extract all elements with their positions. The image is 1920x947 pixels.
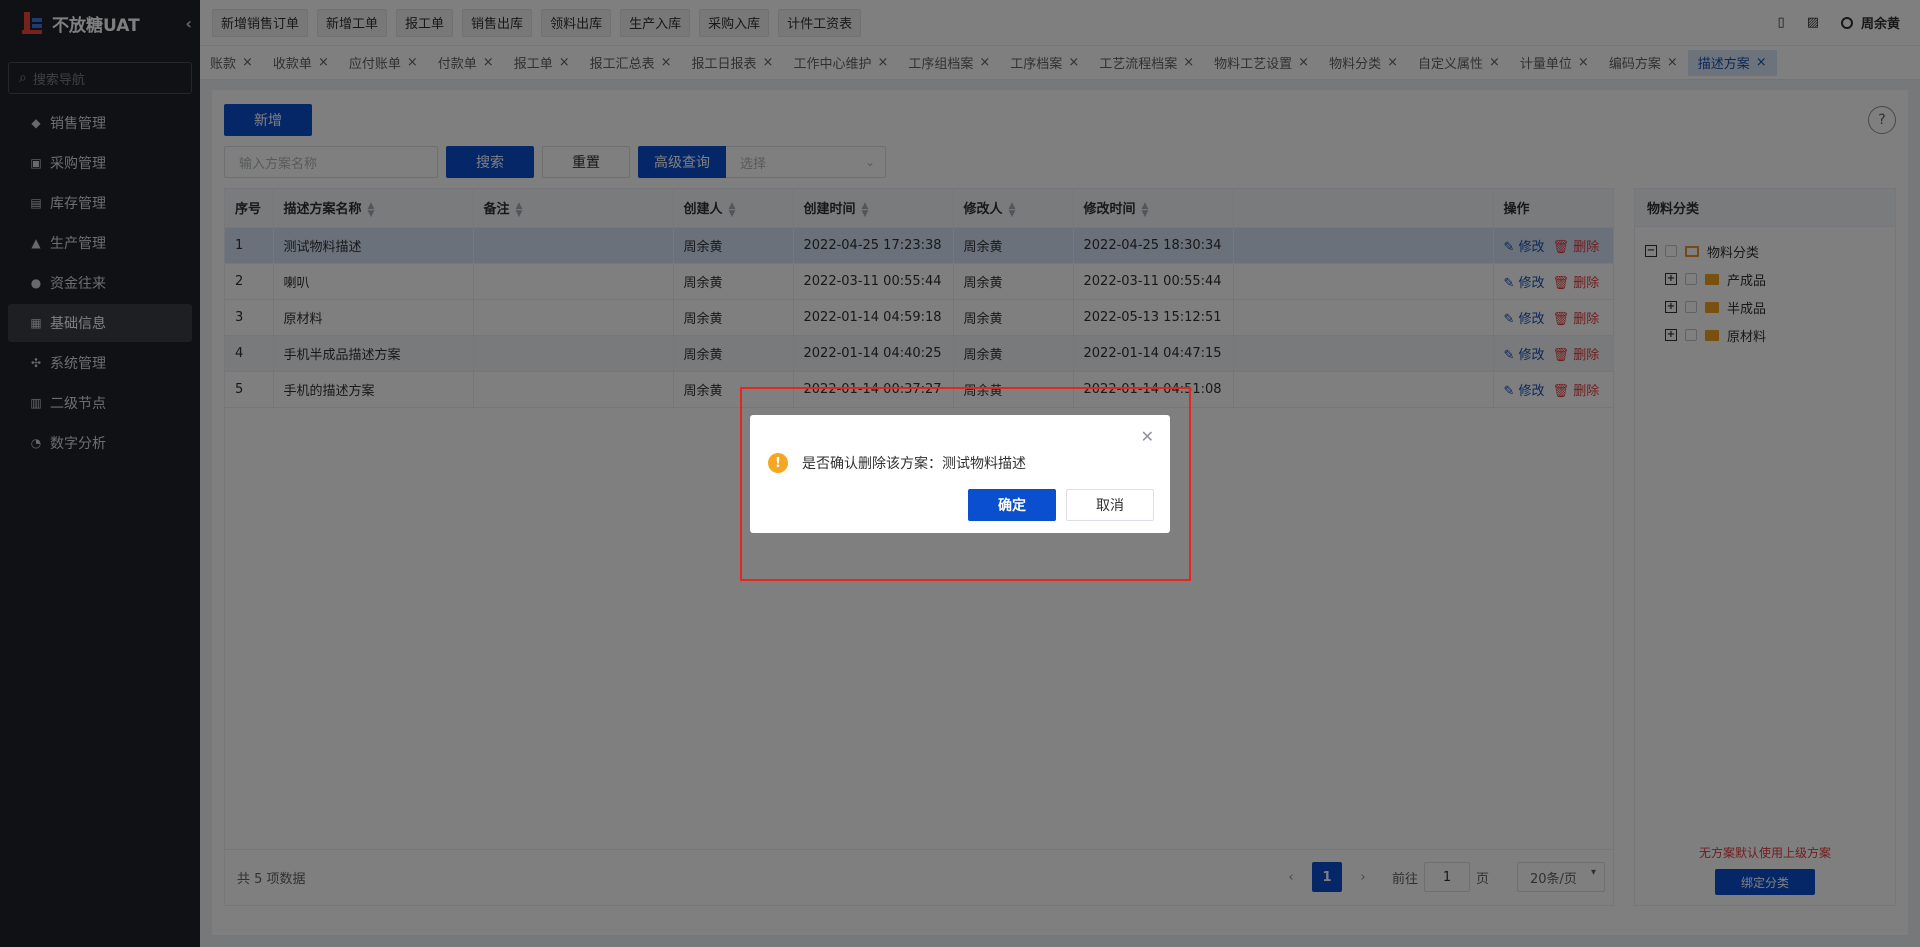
close-icon[interactable]: ✕ — [1141, 427, 1154, 446]
dialog-message: ! 是否确认删除该方案：测试物料描述 — [768, 453, 1026, 473]
confirm-dialog: ✕ ! 是否确认删除该方案：测试物料描述 确定 取消 — [750, 415, 1170, 533]
dialog-message-text: 是否确认删除该方案：测试物料描述 — [802, 456, 1026, 472]
cancel-button[interactable]: 取消 — [1066, 489, 1154, 521]
confirm-button[interactable]: 确定 — [968, 489, 1056, 521]
warning-icon: ! — [768, 453, 788, 473]
